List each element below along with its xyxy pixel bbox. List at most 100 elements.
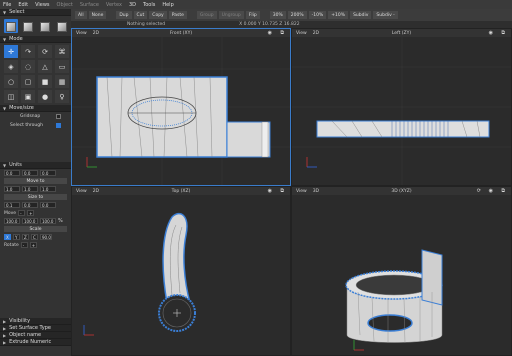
scale-z-input[interactable]: 100.0 xyxy=(40,218,56,224)
box-tool-icon[interactable]: ■ xyxy=(38,75,52,88)
menu-surface[interactable]: Surface xyxy=(80,2,99,8)
view-menu[interactable]: View xyxy=(76,189,87,194)
select-section-header[interactable]: ▼ Select xyxy=(0,9,71,16)
axis-z-button[interactable]: Z xyxy=(22,234,29,240)
toolbar-button--10[interactable]: -10% xyxy=(308,11,327,19)
maximize-icon[interactable]: ⧉ xyxy=(501,30,505,36)
toolbar-button-paste[interactable]: Paste xyxy=(168,11,187,19)
plane-tool-icon[interactable]: ▭ xyxy=(55,60,69,73)
rotate-angle-input[interactable]: 90.0 xyxy=(40,234,52,240)
bend-tool-icon[interactable]: ↷ xyxy=(21,45,35,58)
menu-vertex[interactable]: Vertex xyxy=(106,2,122,8)
viewport-name[interactable]: Front (XY) xyxy=(170,31,192,36)
select-through-option[interactable]: Select through xyxy=(0,121,71,130)
menu-object[interactable]: Object xyxy=(57,2,73,8)
view-menu[interactable]: View xyxy=(296,31,307,36)
left-view-canvas[interactable] xyxy=(292,37,511,185)
gridsnap-option[interactable]: Gridsnap xyxy=(0,112,71,121)
viewport-name[interactable]: 3D (XYZ) xyxy=(391,189,411,194)
eye-icon[interactable]: ◉ xyxy=(268,188,272,194)
size-y-input[interactable]: 1.0 xyxy=(22,186,38,192)
front-view-canvas[interactable] xyxy=(72,37,290,185)
view-mode[interactable]: 3D xyxy=(313,189,319,194)
menu-tools[interactable]: Tools xyxy=(143,2,155,8)
toolbar-button-all[interactable]: All xyxy=(75,11,87,19)
menu-edit[interactable]: Edit xyxy=(18,2,28,8)
select-vertex-cube-icon[interactable] xyxy=(55,19,69,33)
select-face-cube-icon[interactable] xyxy=(21,19,35,33)
units-section-header[interactable]: ▼ Units xyxy=(0,162,71,169)
sphere-tool-icon[interactable]: ● xyxy=(38,90,52,103)
lathe-tool-icon[interactable]: ⌘ xyxy=(55,45,69,58)
polyline-tool-icon[interactable]: △ xyxy=(38,60,52,73)
eye-icon[interactable]: ◉ xyxy=(489,30,493,36)
set-surface-type-panel[interactable]: ▶ Set Surface Type xyxy=(0,325,71,332)
scale-button[interactable]: Scale xyxy=(4,226,67,232)
toolbar-button-subdiv[interactable]: Subdiv - xyxy=(373,11,398,19)
toolbar-button-cut[interactable]: Cut xyxy=(133,11,148,19)
move-tool-icon[interactable]: ✛ xyxy=(4,45,18,58)
toolbar-button-dup[interactable]: Dup xyxy=(116,11,132,19)
viewport-3d[interactable]: View 3D 3D (XYZ) ⟳ ◉ ⧉ xyxy=(291,186,512,356)
menu-help[interactable]: Help xyxy=(162,2,173,8)
ellipse-tool-icon[interactable]: ○ xyxy=(4,75,18,88)
move-z-input[interactable]: 0.0 xyxy=(40,170,56,176)
size-z-input[interactable]: 1.0 xyxy=(40,186,56,192)
step-z-input[interactable]: 0.0 xyxy=(40,202,56,208)
view-mode[interactable]: 2D xyxy=(313,31,319,36)
cylinder-tool-icon[interactable]: ◫ xyxy=(4,90,18,103)
grid-tool-icon[interactable]: ▦ xyxy=(55,75,69,88)
toolbar-button-200[interactable]: 200% xyxy=(287,11,307,19)
mode-section-header[interactable]: ▼ Mode xyxy=(0,36,71,43)
viewport-left[interactable]: View 2D Left (ZY) ◉ ⧉ xyxy=(291,28,512,186)
axis-c-button[interactable]: C xyxy=(31,234,38,240)
move-plus-button[interactable]: + xyxy=(27,210,35,216)
extrude-numeric-panel[interactable]: ▶ Extrude Numeric xyxy=(0,339,71,346)
maximize-icon[interactable]: ⧉ xyxy=(501,188,505,194)
toolbar-button-copy[interactable]: Copy xyxy=(149,11,167,19)
menu-file[interactable]: File xyxy=(3,2,11,8)
axis-x-button[interactable]: X xyxy=(4,234,11,240)
move-to-button[interactable]: Move to xyxy=(4,178,67,184)
maximize-icon[interactable]: ⧉ xyxy=(280,30,284,36)
loop-tool-icon[interactable]: ◌ xyxy=(21,60,35,73)
step-y-input[interactable]: 0.0 xyxy=(22,202,38,208)
extrude-tool-icon[interactable]: ◈ xyxy=(4,60,18,73)
scale-y-input[interactable]: 100.0 xyxy=(22,218,38,224)
toolbar-button-ungroup[interactable]: Ungroup xyxy=(218,11,244,19)
rotate-minus-button[interactable]: - xyxy=(20,242,28,248)
select-object-cube-icon[interactable] xyxy=(4,19,18,33)
move-x-input[interactable]: 0.0 xyxy=(4,170,20,176)
move-y-input[interactable]: 0.0 xyxy=(22,170,38,176)
step-x-input[interactable]: 0.1 xyxy=(4,202,20,208)
view-menu[interactable]: View xyxy=(76,31,87,36)
size-x-input[interactable]: 1.0 xyxy=(4,186,20,192)
view-mode[interactable]: 2D xyxy=(93,31,99,36)
view-mode[interactable]: 2D xyxy=(93,189,99,194)
scale-x-input[interactable]: 100.0 xyxy=(4,218,20,224)
maximize-icon[interactable]: ⧉ xyxy=(280,188,284,194)
toolbar-button--10[interactable]: +10% xyxy=(328,11,349,19)
move-size-section-header[interactable]: ▼ Move/size xyxy=(0,105,71,112)
object-name-panel[interactable]: ▶ Object name xyxy=(0,332,71,339)
eye-icon[interactable]: ◉ xyxy=(489,188,493,194)
rotate-tool-icon[interactable]: ⟳ xyxy=(38,45,52,58)
move-minus-button[interactable]: - xyxy=(18,210,26,216)
gridsnap-checkbox[interactable] xyxy=(56,114,61,119)
select-edge-cube-icon[interactable] xyxy=(38,19,52,33)
toolbar-button-none[interactable]: None xyxy=(88,11,107,19)
rotate-plus-button[interactable]: + xyxy=(29,242,37,248)
light-tool-icon[interactable]: ♀ xyxy=(55,90,69,103)
view-menu[interactable]: View xyxy=(296,189,307,194)
refresh-icon[interactable]: ⟳ xyxy=(477,188,481,194)
select-through-checkbox[interactable] xyxy=(56,123,61,128)
viewport-front[interactable]: View 2D Front (XY) ◉ ⧉ xyxy=(71,28,291,186)
size-to-button[interactable]: Size to xyxy=(4,194,67,200)
eye-icon[interactable]: ◉ xyxy=(268,30,272,36)
visibility-panel[interactable]: ▶ Visibility xyxy=(0,318,71,325)
viewport-name[interactable]: Left (ZY) xyxy=(392,31,411,36)
toolbar-button-flip[interactable]: Flip xyxy=(245,11,260,19)
viewport-top[interactable]: View 2D Top (XZ) ◉ ⧉ xyxy=(71,186,291,356)
top-view-canvas[interactable] xyxy=(72,195,290,355)
3d-view-canvas[interactable] xyxy=(292,195,511,355)
